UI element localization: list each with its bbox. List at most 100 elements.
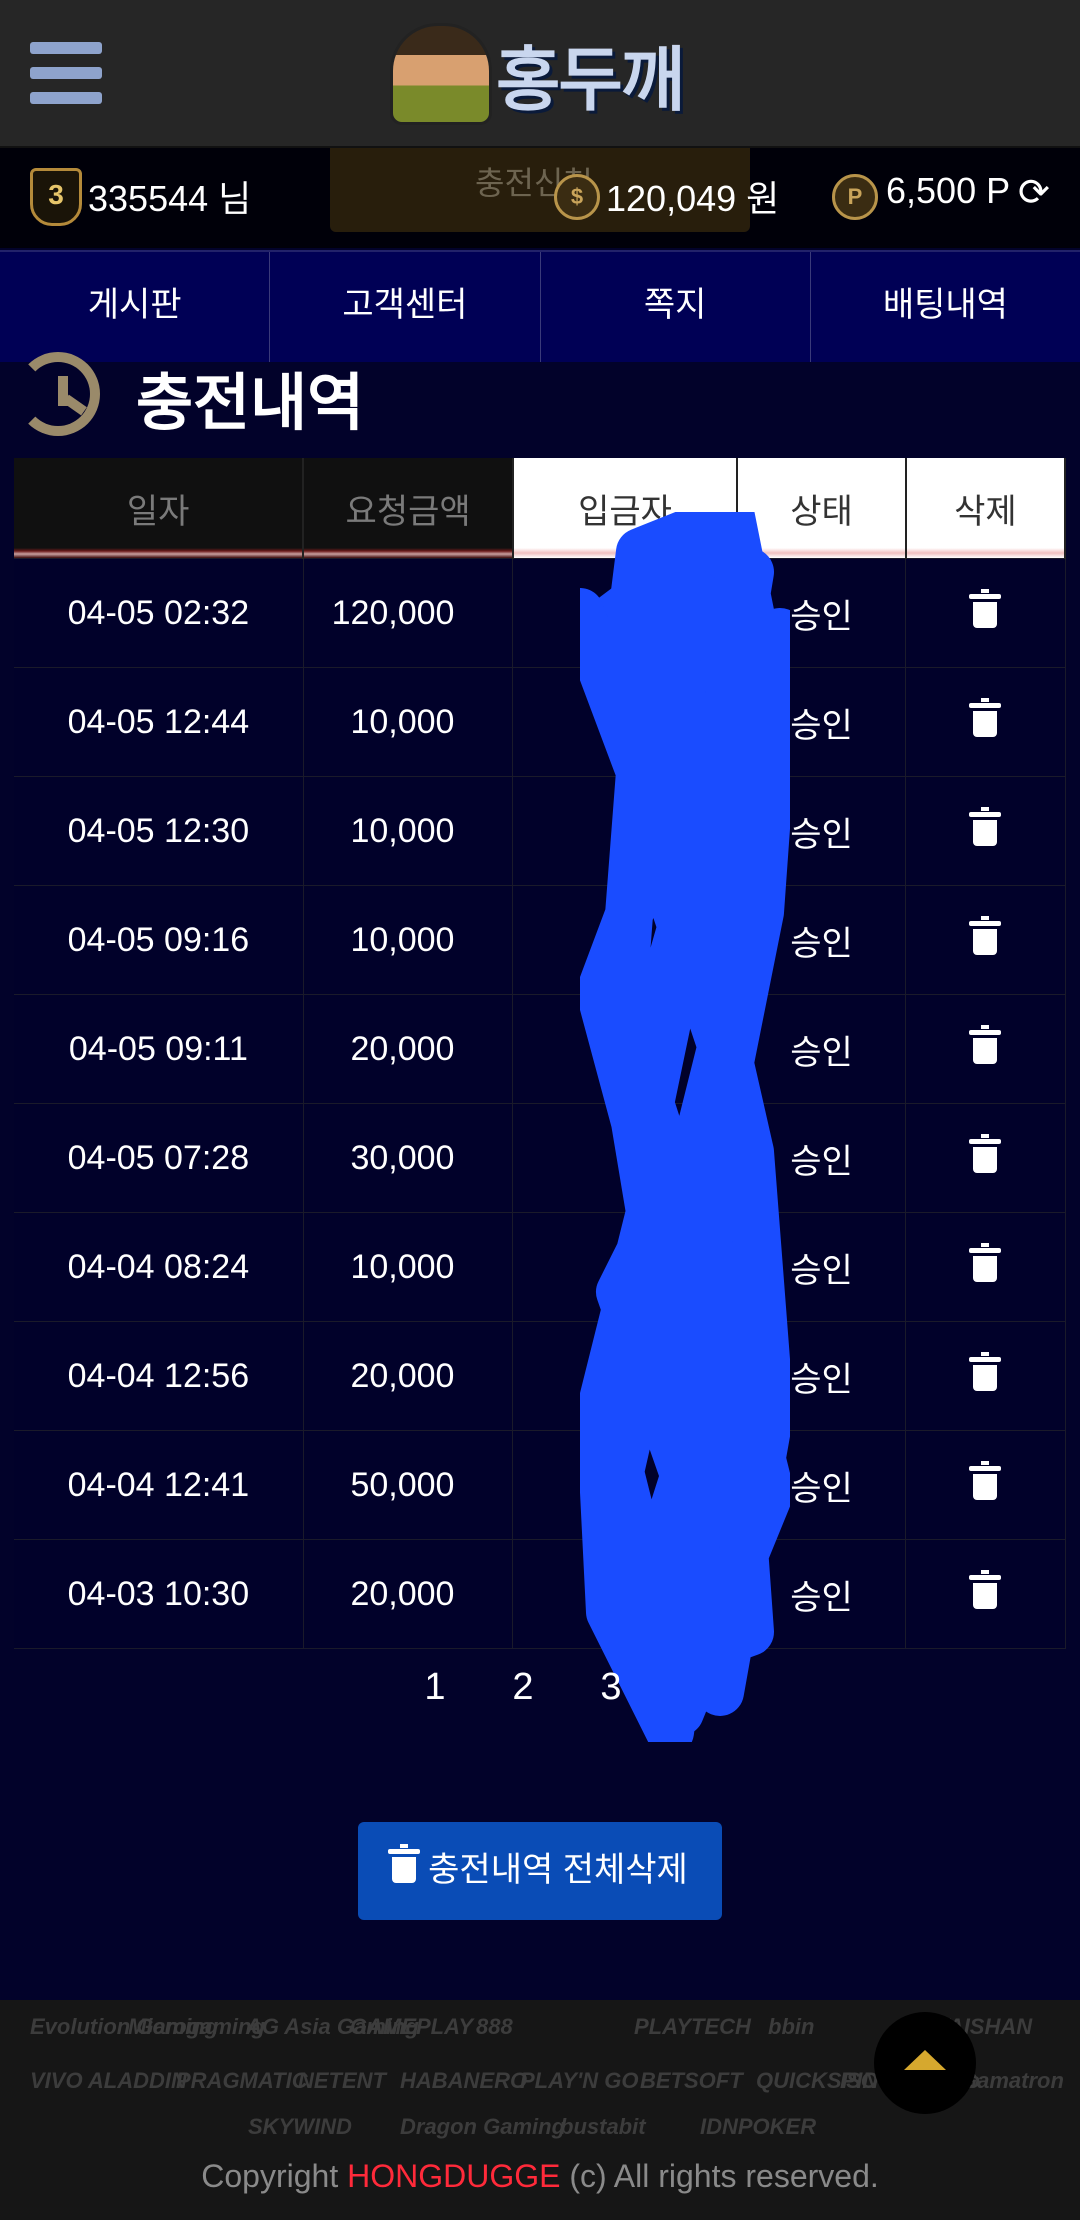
provider-logo: Microgaming: [128, 2014, 265, 2039]
hamburger-icon[interactable]: [30, 42, 102, 104]
nav-board[interactable]: 게시판: [0, 252, 271, 362]
row-date: 04-04 08:24: [14, 1212, 304, 1322]
row-delete[interactable]: [905, 1321, 1066, 1431]
provider-logo: PLAY'N GO: [520, 2068, 639, 2093]
provider-logo: SKYWIND: [248, 2114, 352, 2139]
row-amount: 50,000: [303, 1430, 514, 1540]
provider-logo: GAMEPLAY: [350, 2014, 474, 2039]
table-row: 04-05 12:44 10,000 승인: [14, 667, 1066, 777]
history-icon: [16, 352, 100, 436]
provider-logo: bustabit: [560, 2114, 646, 2139]
trash-icon[interactable]: [969, 1242, 1002, 1282]
col-delete: 삭제: [905, 458, 1067, 559]
row-date: 04-03 10:30: [14, 1539, 304, 1649]
table-row: 04-04 12:41 50,000 승인: [14, 1430, 1066, 1540]
user-name: 335544 님: [88, 178, 252, 219]
table-header-row: 일자 요청금액 입금자 상태 삭제: [14, 458, 1067, 559]
page-2[interactable]: 2: [508, 1666, 538, 1709]
row-date: 04-05 12:30: [14, 776, 304, 886]
point-icon: P: [832, 174, 878, 220]
provider-logo: bbin: [768, 2014, 815, 2039]
table-row: 04-04 12:56 20,000 승인: [14, 1321, 1066, 1431]
row-delete[interactable]: [905, 1539, 1066, 1649]
logo-text: 홍두깨: [496, 38, 685, 121]
provider-logo: NETENT: [298, 2068, 386, 2093]
provider-logo: 888: [476, 2014, 513, 2039]
nav-customer-center[interactable]: 고객센터: [270, 252, 541, 362]
table-row: 04-05 07:28 30,000 승인: [14, 1103, 1066, 1213]
row-date: 04-05 09:11: [14, 994, 304, 1104]
provider-logo: ISO: [840, 2068, 878, 2093]
provider-logo: PLAYTECH: [634, 2014, 751, 2039]
table-row: 04-05 09:11 20,000 승인: [14, 994, 1066, 1104]
user-info-bar: 충전신청 3 335544 님 $ 120,049 원 P 6,500 P ⟳: [0, 148, 1080, 248]
page-1[interactable]: 1: [420, 1666, 450, 1709]
trash-icon[interactable]: [969, 1460, 1002, 1500]
row-delete[interactable]: [905, 994, 1066, 1104]
trash-icon[interactable]: [969, 915, 1002, 955]
trash-icon[interactable]: [969, 1133, 1002, 1173]
row-amount: 20,000: [303, 1321, 514, 1431]
redaction-scribble: [580, 512, 790, 1742]
row-delete[interactable]: [905, 776, 1066, 886]
row-delete[interactable]: [905, 1103, 1066, 1213]
refresh-icon[interactable]: ⟳: [1018, 170, 1050, 215]
row-amount: 30,000: [303, 1103, 514, 1213]
charge-history-table: 일자 요청금액 입금자 상태 삭제 04-05 02:32 120,000 승인 0…: [14, 458, 1067, 1649]
trash-icon[interactable]: [969, 588, 1002, 628]
row-date: 04-05 09:16: [14, 885, 304, 995]
row-date: 04-05 07:28: [14, 1103, 304, 1213]
table-row: 04-05 02:32 120,000 승인: [14, 558, 1066, 668]
provider-logo: IDNPOKER: [700, 2114, 817, 2139]
nav-messages[interactable]: 쪽지: [541, 252, 811, 362]
row-delete[interactable]: [905, 667, 1066, 777]
brand-name: HONGDUGGE: [347, 2158, 561, 2194]
trash-icon[interactable]: [969, 1024, 1002, 1064]
row-delete[interactable]: [905, 885, 1066, 995]
row-amount: 10,000: [303, 1212, 514, 1322]
top-header: 홍두깨: [0, 0, 1080, 148]
main-nav: 게시판 고객센터 쪽지 배팅내역: [0, 250, 1080, 362]
provider-logo: Dragon Gaming: [400, 2114, 566, 2139]
table-row: 04-05 12:30 10,000 승인: [14, 776, 1066, 886]
row-amount: 10,000: [303, 667, 514, 777]
delete-all-label: 충전내역 전체삭제: [428, 1851, 688, 1889]
trash-icon: [388, 1844, 421, 1883]
col-date: 일자: [14, 458, 305, 559]
row-amount: 20,000: [303, 994, 514, 1104]
row-delete[interactable]: [905, 1430, 1066, 1540]
provider-logo: Gamatron: [960, 2068, 1064, 2093]
trash-icon[interactable]: [969, 1569, 1002, 1609]
row-amount: 10,000: [303, 776, 514, 886]
copyright: Copyright HONGDUGGE (c) All rights reser…: [201, 2158, 879, 2194]
nav-betting-history[interactable]: 배팅내역: [811, 252, 1080, 362]
provider-logo: HABANERO: [400, 2068, 528, 2093]
row-date: 04-05 12:44: [14, 667, 304, 777]
site-logo[interactable]: 홍두깨: [390, 23, 685, 125]
page-3[interactable]: 3: [596, 1666, 626, 1709]
trash-icon[interactable]: [969, 806, 1002, 846]
row-delete[interactable]: [905, 558, 1066, 668]
pagination: 1 2 3: [420, 1666, 626, 1709]
row-delete[interactable]: [905, 1212, 1066, 1322]
scroll-top-icon[interactable]: [874, 2012, 976, 2114]
row-amount: 120,000: [303, 558, 514, 668]
row-amount: 10,000: [303, 885, 514, 995]
delete-all-button[interactable]: 충전내역 전체삭제: [358, 1822, 722, 1920]
point-balance: 6,500 P: [886, 170, 1011, 211]
money-balance: 120,049 원: [606, 178, 780, 219]
table-row: 04-05 09:16 10,000 승인: [14, 885, 1066, 995]
row-date: 04-05 02:32: [14, 558, 304, 668]
table-row: 04-03 10:30 20,000 승인: [14, 1539, 1066, 1649]
provider-logo: VIVO ALADDIN: [30, 2068, 187, 2093]
col-amount: 요청금액: [303, 458, 514, 559]
logo-mascot-image: [390, 23, 492, 125]
level-badge-icon: 3: [30, 168, 82, 226]
table-row: 04-04 08:24 10,000 승인: [14, 1212, 1066, 1322]
row-date: 04-04 12:41: [14, 1430, 304, 1540]
trash-icon[interactable]: [969, 1351, 1002, 1391]
trash-icon[interactable]: [969, 697, 1002, 737]
page-title: 충전내역: [136, 369, 365, 438]
row-amount: 20,000: [303, 1539, 514, 1649]
coin-icon: $: [554, 174, 600, 220]
